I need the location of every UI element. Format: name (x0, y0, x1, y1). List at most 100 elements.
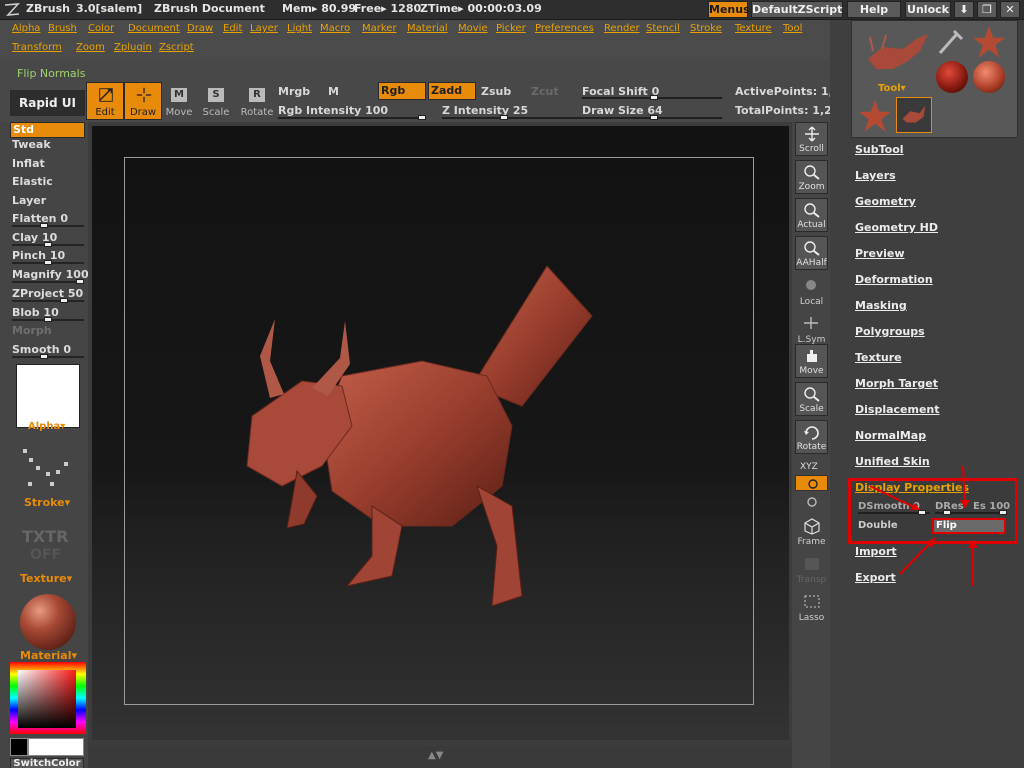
zoom-button[interactable]: Zoom (795, 160, 828, 194)
rapid-ui-button[interactable]: Rapid UI (10, 90, 85, 116)
rgb-intensity-knob[interactable] (418, 115, 426, 120)
sphere-tool-thumbnail-dark[interactable] (936, 61, 968, 93)
menu-marker[interactable]: Marker (362, 23, 397, 34)
blob-slider[interactable] (12, 317, 84, 322)
rotate-button[interactable]: R Rotate (240, 84, 274, 118)
menu-alpha[interactable]: Alpha (12, 23, 40, 34)
brush-inflat[interactable]: Inflat (12, 157, 45, 170)
pinch-knob[interactable] (44, 260, 52, 265)
local-button[interactable]: Local (795, 274, 828, 308)
default-zscript-button[interactable]: DefaultZScript (751, 1, 843, 18)
es-knob[interactable] (999, 510, 1007, 515)
lsym-button[interactable]: L.Sym (795, 312, 828, 346)
menu-movie[interactable]: Movie (458, 23, 488, 34)
switch-color-button[interactable]: SwitchColor (10, 758, 84, 768)
brush-tool-thumbnail[interactable] (936, 27, 966, 57)
menu-zscript[interactable]: Zscript (159, 42, 194, 53)
dsmooth-slider[interactable] (858, 510, 930, 515)
frame-button[interactable]: Frame (795, 514, 828, 548)
rgb-intensity-slider[interactable] (278, 115, 426, 120)
star-tool-thumbnail[interactable] (972, 25, 1006, 59)
brush-layer[interactable]: Layer (12, 194, 46, 207)
layers-section[interactable]: Layers (855, 169, 896, 182)
polygroups-section[interactable]: Polygroups (855, 325, 925, 338)
texture-section[interactable]: Texture (855, 351, 902, 364)
menu-macro[interactable]: Macro (320, 23, 350, 34)
dres-slider[interactable] (935, 510, 1007, 515)
menu-draw[interactable]: Draw (187, 23, 213, 34)
menu-texture[interactable]: Texture (735, 23, 772, 34)
menu-zoom[interactable]: Zoom (76, 42, 105, 53)
display-properties-section[interactable]: Display Properties (855, 481, 969, 494)
double-toggle[interactable]: Double (858, 520, 898, 531)
menu-brush[interactable]: Brush (48, 23, 77, 34)
displacement-section[interactable]: Displacement (855, 403, 940, 416)
focal-shift-slider[interactable] (582, 95, 722, 100)
material-menu[interactable]: Material▾ (20, 649, 77, 662)
menu-transform[interactable]: Transform (12, 42, 62, 53)
color-picker[interactable] (10, 662, 86, 734)
import-section[interactable]: Import (855, 545, 897, 558)
secondary-color-swatch[interactable] (28, 738, 84, 756)
menu-color[interactable]: Color (88, 23, 114, 34)
draw-button[interactable]: Draw (124, 82, 162, 120)
clay-knob[interactable] (44, 242, 52, 247)
tool-menu[interactable]: Tool▾ (878, 83, 906, 94)
draw-size-slider[interactable] (582, 115, 722, 120)
menu-stencil[interactable]: Stencil (646, 23, 680, 34)
document-canvas[interactable] (92, 126, 789, 740)
zsub-toggle[interactable]: Zsub (481, 85, 511, 98)
lasso-button[interactable]: Lasso (795, 590, 828, 624)
xyz-rotate-button[interactable] (795, 475, 828, 491)
dinosaur-model[interactable] (92, 126, 789, 740)
sphere-tool-thumbnail[interactable] (973, 61, 1005, 93)
restore-button[interactable]: ❐ (977, 1, 997, 18)
pinch-slider[interactable] (12, 260, 84, 265)
material-sphere-preview[interactable] (20, 594, 76, 650)
menu-preferences[interactable]: Preferences (535, 23, 594, 34)
menu-stroke[interactable]: Stroke (690, 23, 722, 34)
menu-tool[interactable]: Tool (783, 23, 802, 34)
brush-elastic[interactable]: Elastic (12, 175, 53, 188)
zproject-slider[interactable] (12, 298, 84, 303)
transp-button[interactable]: Transp (795, 552, 828, 586)
z-intensity-knob[interactable] (500, 115, 508, 120)
dinosaur-tool-thumbnail[interactable] (858, 29, 938, 79)
menu-document[interactable]: Document (128, 23, 180, 34)
blob-knob[interactable] (44, 317, 52, 322)
texture-menu[interactable]: Texture▾ (20, 572, 72, 585)
help-button[interactable]: Help (847, 1, 901, 18)
alpha-menu[interactable]: Alpha▾ (28, 421, 65, 432)
zcut-toggle[interactable]: Zcut (531, 85, 559, 98)
current-tool-thumbnail[interactable] (896, 97, 932, 133)
star-tool-thumbnail-small[interactable] (858, 99, 892, 133)
morph-target-section[interactable]: Morph Target (855, 377, 938, 390)
menu-picker[interactable]: Picker (496, 23, 526, 34)
deformation-section[interactable]: Deformation (855, 273, 933, 286)
menu-render[interactable]: Render (604, 23, 640, 34)
clay-slider[interactable] (12, 242, 84, 247)
geometry-section[interactable]: Geometry (855, 195, 916, 208)
mrgb-toggle[interactable]: Mrgb (278, 85, 310, 98)
z-intensity-slider[interactable] (442, 115, 582, 120)
export-section[interactable]: Export (855, 571, 896, 584)
edit-button[interactable]: Edit (86, 82, 124, 120)
unlock-button[interactable]: Unlock (905, 1, 951, 18)
geometry-hd-section[interactable]: Geometry HD (855, 221, 938, 234)
magnify-knob[interactable] (76, 279, 84, 284)
masking-section[interactable]: Masking (855, 299, 907, 312)
zadd-toggle[interactable]: Zadd (428, 82, 476, 100)
zproject-knob[interactable] (60, 298, 68, 303)
menus-button[interactable]: Menus (708, 1, 750, 18)
brush-std[interactable]: Std (10, 122, 85, 138)
aahalf-button[interactable]: AAHalf (795, 236, 828, 270)
menu-edit[interactable]: Edit (223, 23, 242, 34)
flatten-slider[interactable] (12, 223, 84, 228)
move-button[interactable]: M Move (164, 84, 194, 118)
menu-light[interactable]: Light (287, 23, 312, 34)
actual-button[interactable]: Actual (795, 198, 828, 232)
dsmooth-knob[interactable] (918, 510, 926, 515)
close-button[interactable]: ✕ (1000, 1, 1020, 18)
magnify-slider[interactable] (12, 279, 84, 284)
rotate-view-button[interactable]: Rotate (795, 420, 828, 454)
